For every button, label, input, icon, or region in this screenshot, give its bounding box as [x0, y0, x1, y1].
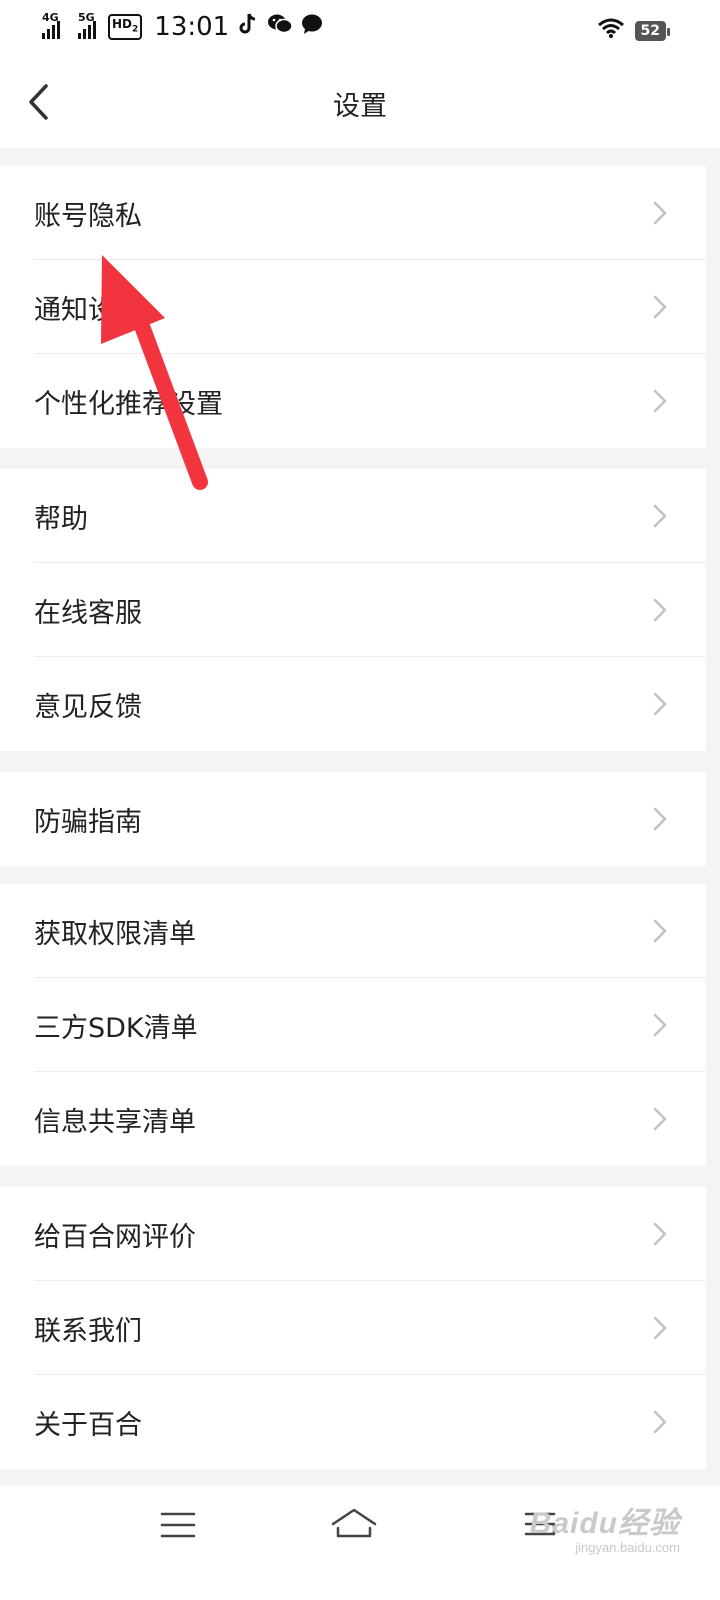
home-icon[interactable]	[330, 1506, 378, 1542]
settings-item-personalized-recommendation[interactable]: 个性化推荐设置	[0, 354, 706, 448]
hd-sub: 2	[132, 24, 139, 35]
settings-item-antifraud-guide[interactable]: 防骗指南	[0, 772, 706, 866]
hd-voice-icon: HD2	[108, 14, 143, 40]
chevron-right-icon	[653, 598, 667, 622]
chevron-right-icon	[653, 504, 667, 528]
settings-item-label: 意见反馈	[34, 692, 142, 723]
settings-item-label: 通知设置	[34, 295, 142, 326]
battery-level: 52	[640, 23, 660, 39]
settings-item-account-privacy[interactable]: 账号隐私	[0, 166, 706, 260]
signal-4g-icon: 4G	[42, 11, 60, 39]
signal-5g-label: 5G	[78, 11, 95, 24]
tiktok-icon	[237, 12, 259, 42]
page-title: 设置	[333, 91, 387, 122]
status-right: 52	[597, 16, 671, 46]
wifi-icon	[597, 16, 625, 46]
chevron-right-icon	[653, 1410, 667, 1434]
wechat-icon	[267, 13, 293, 41]
settings-item-label: 给百合网评价	[34, 1222, 196, 1253]
settings-group-lists: 获取权限清单 三方SDK清单 信息共享清单	[0, 884, 706, 1166]
clock: 13:01	[154, 12, 230, 42]
settings-item-label: 在线客服	[34, 598, 142, 629]
hd-label: HD	[112, 17, 133, 32]
settings-item-sdk-list[interactable]: 三方SDK清单	[0, 978, 706, 1072]
chevron-right-icon	[653, 201, 667, 225]
status-left: 4G 5G HD2 13:01	[42, 11, 323, 42]
watermark: Baidu经验 jingyan.baidu.com	[530, 1498, 680, 1555]
chevron-right-icon	[653, 692, 667, 716]
status-bar: 4G 5G HD2 13:01 52	[0, 0, 720, 60]
settings-item-help[interactable]: 帮助	[0, 469, 706, 563]
chevron-right-icon	[653, 807, 667, 831]
signal-5g-icon: 5G	[78, 11, 96, 39]
watermark-sub: jingyan.baidu.com	[575, 1540, 680, 1555]
chevron-right-icon	[653, 1013, 667, 1037]
settings-item-permission-list[interactable]: 获取权限清单	[0, 884, 706, 978]
chevron-right-icon	[653, 295, 667, 319]
settings-item-contact-us[interactable]: 联系我们	[0, 1281, 706, 1375]
chevron-right-icon	[653, 389, 667, 413]
settings-group-account: 账号隐私 通知设置 个性化推荐设置	[0, 166, 706, 448]
battery-icon: 52	[634, 21, 671, 41]
settings-item-label: 三方SDK清单	[34, 1013, 198, 1044]
settings-item-feedback[interactable]: 意见反馈	[0, 657, 706, 751]
settings-item-rate-app[interactable]: 给百合网评价	[0, 1187, 706, 1281]
settings-group-support: 帮助 在线客服 意见反馈	[0, 469, 706, 751]
chevron-right-icon	[653, 1107, 667, 1131]
settings-item-info-sharing-list[interactable]: 信息共享清单	[0, 1072, 706, 1166]
settings-item-label: 获取权限清单	[34, 919, 196, 950]
settings-item-label: 信息共享清单	[34, 1107, 196, 1138]
settings-item-about[interactable]: 关于百合	[0, 1375, 706, 1469]
chevron-right-icon	[653, 919, 667, 943]
settings-group-about: 给百合网评价 联系我们 关于百合	[0, 1187, 706, 1469]
settings-item-label: 个性化推荐设置	[34, 389, 223, 420]
settings-item-notifications[interactable]: 通知设置	[0, 260, 706, 354]
chevron-right-icon	[653, 1222, 667, 1246]
settings-item-label: 账号隐私	[34, 201, 142, 232]
menu-icon[interactable]	[160, 1510, 196, 1540]
watermark-main: Baidu经验	[529, 1507, 680, 1540]
settings-item-label: 防骗指南	[34, 807, 142, 838]
settings-group-antifraud: 防骗指南	[0, 772, 706, 866]
settings-item-label: 关于百合	[34, 1410, 142, 1441]
message-icon	[301, 13, 323, 41]
settings-item-label: 联系我们	[34, 1316, 142, 1347]
settings-item-label: 帮助	[34, 504, 88, 535]
chevron-right-icon	[653, 1316, 667, 1340]
settings-item-online-service[interactable]: 在线客服	[0, 563, 706, 657]
nav-header: 设置	[0, 60, 720, 148]
signal-4g-label: 4G	[42, 11, 59, 24]
